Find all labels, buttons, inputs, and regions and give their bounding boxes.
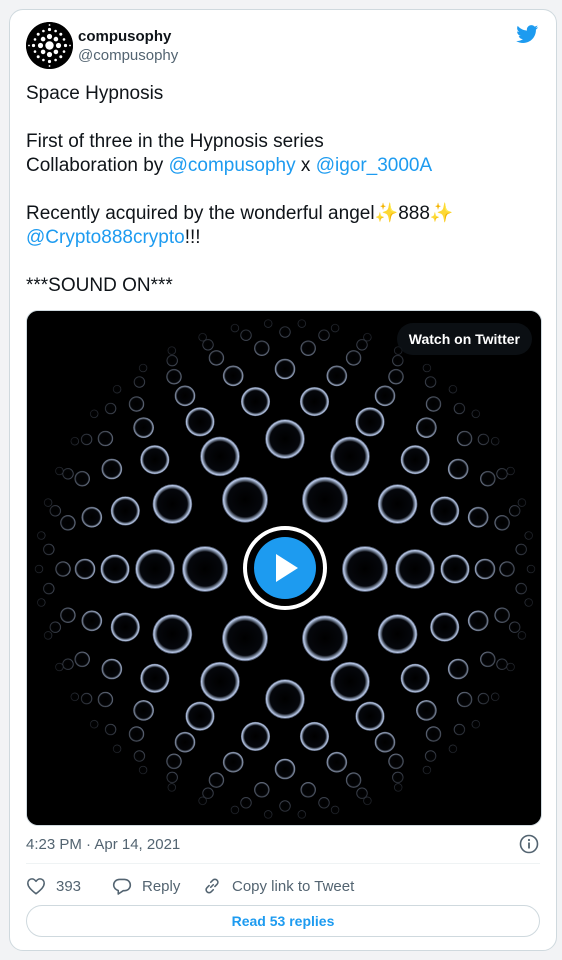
read-replies-button[interactable]: Read 53 replies — [26, 905, 540, 937]
heart-icon — [27, 878, 45, 895]
tweet-card: compusophy @compusophy Space Hypnosis Fi… — [9, 9, 557, 951]
mention-igor[interactable]: @igor_3000A — [316, 155, 432, 176]
tweet-series-line: First of three in the Hypnosis series — [26, 131, 324, 152]
copy-link-label: Copy link to Tweet — [232, 877, 355, 895]
author-names: compusophy @compusophy — [78, 27, 178, 66]
mention-compusophy[interactable]: @compusophy — [169, 155, 296, 176]
author-display-name[interactable]: compusophy — [78, 27, 178, 46]
mention-crypto888[interactable]: @Crypto888crypto — [26, 227, 185, 248]
twitter-bird-icon[interactable] — [515, 23, 540, 45]
watch-on-twitter-button[interactable]: Watch on Twitter — [396, 323, 532, 355]
reply-label: Reply — [142, 877, 181, 895]
tweet-title-line: Space Hypnosis — [26, 83, 164, 104]
play-button-ring[interactable] — [243, 526, 327, 610]
video-player[interactable]: Watch on Twitter — [26, 310, 542, 826]
avatar[interactable] — [26, 22, 73, 69]
like-button[interactable]: 393 — [26, 875, 81, 897]
collab-separator: x — [295, 155, 316, 176]
tweet-buyer-line: @Crypto888crypto!!! — [26, 226, 540, 250]
tweet-timestamp[interactable]: 4:23 PM · Apr 14, 2021 — [26, 836, 180, 853]
dot-sphere-avatar-icon — [26, 22, 73, 69]
buyer-suffix: !!! — [184, 227, 201, 248]
tweet-acquired-line: Recently acquired by the wonderful angel… — [26, 203, 454, 224]
tweet-collab-line: Collaboration by @compusophy x @igor_300… — [26, 154, 540, 178]
collab-prefix: Collaboration by — [26, 155, 169, 176]
link-icon — [205, 878, 219, 894]
play-icon — [276, 554, 298, 582]
divider — [26, 863, 540, 864]
reply-button[interactable]: Reply — [112, 875, 180, 897]
copy-link-button[interactable]: Copy link to Tweet — [202, 875, 354, 897]
author-handle[interactable]: @compusophy — [78, 46, 178, 66]
play-button[interactable] — [254, 537, 316, 599]
info-icon[interactable] — [519, 834, 539, 854]
tweet-header: compusophy @compusophy — [26, 22, 540, 70]
reply-bubble-icon — [112, 878, 132, 895]
tweet-text: Space Hypnosis First of three in the Hyp… — [26, 82, 540, 298]
tweet-sound-line: ***SOUND ON*** — [26, 275, 173, 296]
like-count: 393 — [56, 877, 82, 895]
tweet-actions: 393 Reply Copy link to Tweet — [26, 875, 540, 897]
